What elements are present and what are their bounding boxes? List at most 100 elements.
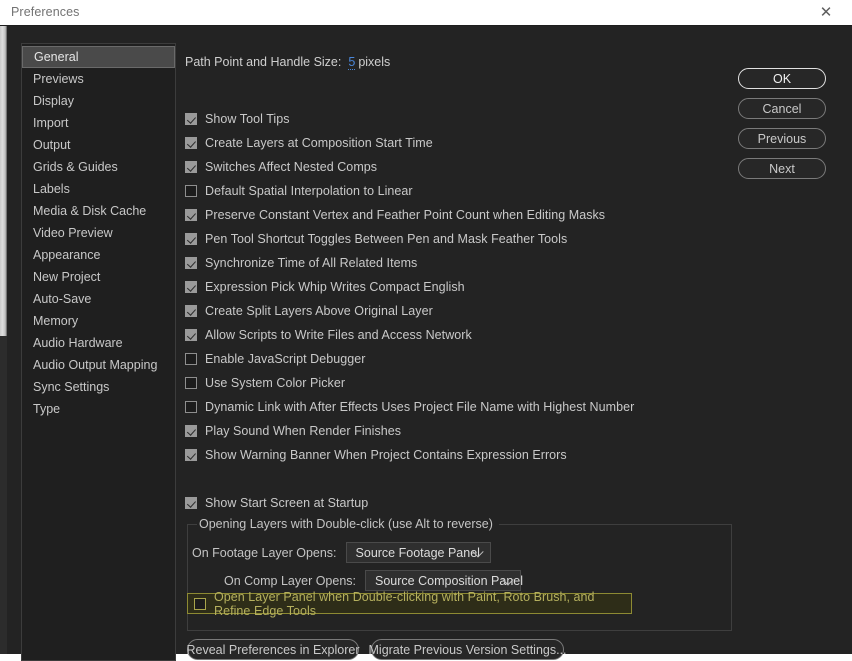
sidebar-item-label: Type [33, 402, 60, 416]
checkbox-label: Create Split Layers Above Original Layer [205, 304, 433, 318]
checkbox-synchronize-time-of-all-related-items[interactable]: Synchronize Time of All Related Items [185, 255, 417, 271]
next-button[interactable]: Next [738, 158, 826, 179]
checkbox-label: Show Tool Tips [205, 112, 290, 126]
path-point-size-unit: pixels [358, 55, 390, 69]
checkbox-show-warning-banner-when-project-contains-expres[interactable]: Show Warning Banner When Project Contain… [185, 447, 567, 463]
sidebar-item-label: Video Preview [33, 226, 113, 240]
sidebar-item-new-project[interactable]: New Project [22, 266, 175, 288]
checkbox-indicator[interactable] [185, 137, 197, 149]
sidebar-item-label: Memory [33, 314, 78, 328]
checkbox-label: Preserve Constant Vertex and Feather Poi… [205, 208, 605, 222]
sidebar-item-label: Output [33, 138, 71, 152]
checkbox-indicator[interactable] [185, 497, 197, 509]
checkbox-indicator[interactable] [185, 449, 197, 461]
path-point-size-row: Path Point and Handle Size: 5pixels [185, 55, 390, 69]
checkbox-preserve-constant-vertex-and-feather-point-count[interactable]: Preserve Constant Vertex and Feather Poi… [185, 207, 605, 223]
checkbox-label: Expression Pick Whip Writes Compact Engl… [205, 280, 465, 294]
checkbox-indicator[interactable] [185, 353, 197, 365]
checkbox-indicator[interactable] [185, 209, 197, 221]
path-point-size-label: Path Point and Handle Size: [185, 55, 341, 69]
comp-layer-select[interactable]: Source Composition Panel [365, 570, 521, 591]
checkbox-indicator[interactable] [185, 161, 197, 173]
sidebar-item-label: Previews [33, 72, 84, 86]
sidebar-item-media-disk-cache[interactable]: Media & Disk Cache [22, 200, 175, 222]
dialog-body: General Previews Display Import Output Grids … [7, 27, 852, 654]
checkbox-create-split-layers-above-original-layer[interactable]: Create Split Layers Above Original Layer [185, 303, 433, 319]
checkbox-label: Default Spatial Interpolation to Linear [205, 184, 413, 198]
checkbox-label: Enable JavaScript Debugger [205, 352, 365, 366]
checkbox-label: Use System Color Picker [205, 376, 345, 390]
sidebar-item-memory[interactable]: Memory [22, 310, 175, 332]
sidebar-item-label: Import [33, 116, 68, 130]
sidebar-item-sync-settings[interactable]: Sync Settings [22, 376, 175, 398]
footage-layer-select[interactable]: Source Footage Panel [346, 542, 491, 563]
checkbox-show-tool-tips[interactable]: Show Tool Tips [185, 111, 290, 127]
sidebar-item-general[interactable]: General [22, 46, 175, 68]
checkbox-dynamic-link-with-after-effects-uses-project-fil[interactable]: Dynamic Link with After Effects Uses Pro… [185, 399, 634, 415]
sidebar-item-display[interactable]: Display [22, 90, 175, 112]
checkbox-label: Allow Scripts to Write Files and Access … [205, 328, 472, 342]
sidebar-item-audio-output-mapping[interactable]: Audio Output Mapping [22, 354, 175, 376]
sidebar-item-label: Appearance [33, 248, 100, 262]
sidebar-item-import[interactable]: Import [22, 112, 175, 134]
checkbox-label: Show Start Screen at Startup [205, 496, 368, 510]
sidebar-item-label: Audio Hardware [33, 336, 123, 350]
checkbox-enable-javascript-debugger[interactable]: Enable JavaScript Debugger [185, 351, 365, 367]
footage-layer-value: Source Footage Panel [356, 546, 480, 560]
main-pane: Path Point and Handle Size: 5pixels Show … [178, 27, 738, 654]
migrate-settings-button[interactable]: Migrate Previous Version Settings... [371, 639, 564, 660]
checkbox-indicator[interactable] [185, 113, 197, 125]
sidebar-item-label: Auto-Save [33, 292, 91, 306]
sidebar-item-label: Sync Settings [33, 380, 109, 394]
checkbox-indicator[interactable] [185, 425, 197, 437]
comp-layer-value: Source Composition Panel [375, 574, 523, 588]
window-frame-edge-lower [0, 336, 7, 654]
checkbox-expression-pick-whip-writes-compact-english[interactable]: Expression Pick Whip Writes Compact Engl… [185, 279, 465, 295]
sidebar-item-label: Media & Disk Cache [33, 204, 146, 218]
checkbox-indicator[interactable] [185, 377, 197, 389]
checkbox-show-start-screen[interactable]: Show Start Screen at Startup [185, 495, 368, 511]
cancel-button[interactable]: Cancel [738, 98, 826, 119]
checkbox-indicator[interactable] [194, 598, 206, 610]
reveal-preferences-button[interactable]: Reveal Preferences in Explorer [187, 639, 359, 660]
window-frame-edge [0, 26, 7, 336]
checkbox-indicator[interactable] [185, 185, 197, 197]
path-point-size-value[interactable]: 5 [348, 55, 355, 70]
sidebar-item-grids-guides[interactable]: Grids & Guides [22, 156, 175, 178]
checkbox-indicator[interactable] [185, 257, 197, 269]
checkbox-label: Switches Affect Nested Comps [205, 160, 377, 174]
sidebar-item-labels[interactable]: Labels [22, 178, 175, 200]
sidebar-item-video-preview[interactable]: Video Preview [22, 222, 175, 244]
close-icon[interactable]: ✕ [808, 0, 844, 25]
comp-layer-row: On Comp Layer Opens: Source Composition … [224, 570, 521, 591]
checkbox-indicator[interactable] [185, 281, 197, 293]
sidebar-item-label: Display [33, 94, 74, 108]
sidebar-item-previews[interactable]: Previews [22, 68, 175, 90]
sidebar-item-appearance[interactable]: Appearance [22, 244, 175, 266]
checkbox-label: Dynamic Link with After Effects Uses Pro… [205, 400, 634, 414]
checkbox-label: Pen Tool Shortcut Toggles Between Pen an… [205, 232, 567, 246]
checkbox-pen-tool-shortcut-toggles-between-pen-and-mask-f[interactable]: Pen Tool Shortcut Toggles Between Pen an… [185, 231, 567, 247]
checkbox-label: Play Sound When Render Finishes [205, 424, 401, 438]
page-title: Preferences [11, 5, 80, 19]
checkbox-use-system-color-picker[interactable]: Use System Color Picker [185, 375, 345, 391]
checkbox-allow-scripts-to-write-files-and-access-network[interactable]: Allow Scripts to Write Files and Access … [185, 327, 472, 343]
sidebar-item-type[interactable]: Type [22, 398, 175, 420]
checkbox-switches-affect-nested-comps[interactable]: Switches Affect Nested Comps [185, 159, 377, 175]
sidebar-item-auto-save[interactable]: Auto-Save [22, 288, 175, 310]
sidebar-item-label: Labels [33, 182, 70, 196]
checkbox-default-spatial-interpolation-to-linear[interactable]: Default Spatial Interpolation to Linear [185, 183, 413, 199]
checkbox-indicator[interactable] [185, 329, 197, 341]
checkbox-indicator[interactable] [185, 233, 197, 245]
previous-button[interactable]: Previous [738, 128, 826, 149]
checkbox-indicator[interactable] [185, 401, 197, 413]
sidebar-item-label: General [34, 50, 78, 64]
checkbox-open-layer-panel[interactable]: Open Layer Panel when Double-clicking wi… [187, 593, 632, 614]
checkbox-indicator[interactable] [185, 305, 197, 317]
checkbox-play-sound-when-render-finishes[interactable]: Play Sound When Render Finishes [185, 423, 401, 439]
ok-button[interactable]: OK [738, 68, 826, 89]
sidebar-item-audio-hardware[interactable]: Audio Hardware [22, 332, 175, 354]
sidebar-item-label: Audio Output Mapping [33, 358, 157, 372]
checkbox-create-layers-at-composition-start-time[interactable]: Create Layers at Composition Start Time [185, 135, 433, 151]
sidebar-item-output[interactable]: Output [22, 134, 175, 156]
